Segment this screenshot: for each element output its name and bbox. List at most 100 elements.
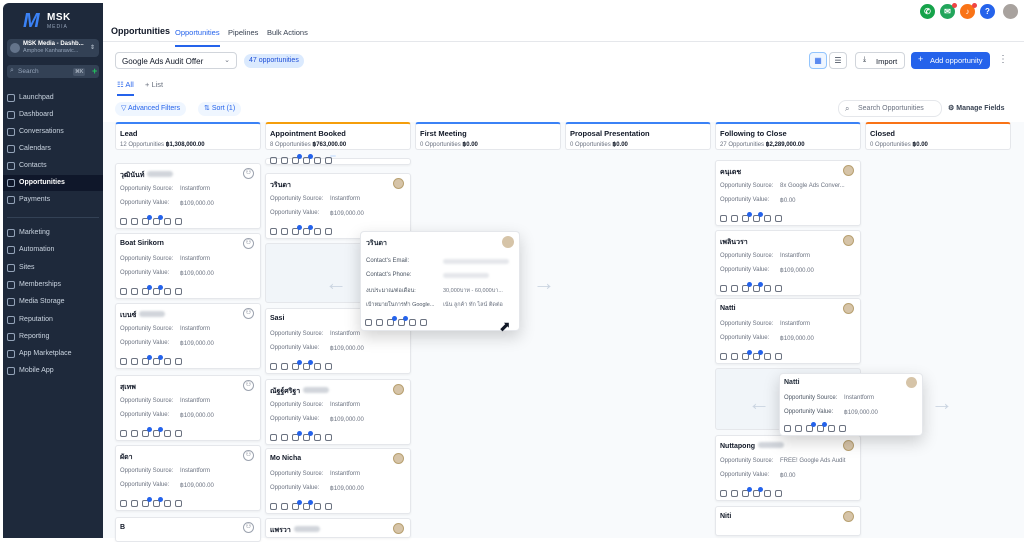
task-icon[interactable] (164, 288, 171, 295)
sidebar-item-media-storage[interactable]: Media Storage (3, 294, 103, 310)
tag-icon[interactable] (806, 422, 816, 432)
task-icon[interactable] (409, 319, 416, 326)
owner-avatar[interactable] (843, 165, 854, 176)
sms-icon[interactable] (281, 503, 288, 510)
opportunity-card[interactable]: ณัฐฐ์ศริฐา Opportunity Source: Instantform… (265, 379, 411, 445)
task-icon[interactable] (764, 490, 771, 497)
help-icon[interactable]: ? (980, 4, 995, 19)
calendar-icon[interactable] (175, 500, 182, 507)
phone-icon[interactable] (784, 425, 791, 432)
tag-icon[interactable] (387, 316, 397, 326)
calendar-icon[interactable] (175, 358, 182, 365)
owner-avatar[interactable] (393, 523, 404, 534)
opportunity-card[interactable]: คนุเดช Opportunity Source: 8x Google Ads C… (715, 160, 861, 226)
note-icon[interactable] (753, 212, 763, 222)
board-view-button[interactable]: ▦ (809, 52, 827, 69)
tag-icon[interactable] (142, 427, 152, 437)
note-icon[interactable] (153, 285, 163, 295)
phone-icon[interactable] (270, 363, 277, 370)
note-icon[interactable] (817, 422, 827, 432)
owner-avatar[interactable] (393, 178, 404, 189)
owner-avatar[interactable] (393, 384, 404, 395)
sidebar-item-marketing[interactable]: Marketing (3, 225, 103, 241)
task-icon[interactable] (314, 363, 321, 370)
calendar-icon[interactable] (175, 430, 182, 437)
task-icon[interactable] (314, 228, 321, 235)
note-icon[interactable] (153, 427, 163, 437)
assign-user-icon[interactable]: ⚇ (243, 380, 254, 391)
calendar-icon[interactable] (775, 215, 782, 222)
account-switcher[interactable]: MSK Media - Dashb... Amphoe Kanharawic..… (7, 39, 99, 57)
sms-icon[interactable] (281, 228, 288, 235)
assign-user-icon[interactable]: ⚇ (243, 168, 254, 179)
sidebar-item-reputation[interactable]: Reputation (3, 312, 103, 328)
task-icon[interactable] (764, 353, 771, 360)
phone-icon[interactable] (120, 288, 127, 295)
assign-user-icon[interactable]: ⚇ (243, 308, 254, 319)
note-icon[interactable] (303, 360, 313, 370)
opportunity-card-partial[interactable] (265, 154, 411, 165)
tab-bulk-actions[interactable]: Bulk Actions (267, 28, 308, 37)
note-icon[interactable] (153, 355, 163, 365)
task-icon[interactable] (314, 503, 321, 510)
note-icon[interactable] (753, 487, 763, 497)
task-icon[interactable] (828, 425, 835, 432)
task-icon[interactable] (164, 358, 171, 365)
sms-icon[interactable] (281, 363, 288, 370)
tag-icon[interactable] (742, 212, 752, 222)
tag-icon[interactable] (142, 497, 152, 507)
calendar-icon[interactable] (420, 319, 427, 326)
calendar-icon[interactable] (175, 288, 182, 295)
note-icon[interactable] (303, 225, 313, 235)
note-icon[interactable] (153, 215, 163, 225)
opportunity-search[interactable]: ⌕ Search Opportunities (838, 100, 942, 117)
sidebar-item-launchpad[interactable]: Launchpad (3, 90, 103, 106)
phone-icon[interactable]: ✆ (920, 4, 935, 19)
manage-fields-button[interactable]: ⚙ Manage Fields (948, 104, 1004, 112)
sidebar-item-opportunities[interactable]: Opportunities (3, 175, 103, 191)
task-icon[interactable] (764, 285, 771, 292)
owner-avatar[interactable] (393, 453, 404, 464)
opportunity-card[interactable]: ผัดา ⚇ Opportunity Source: Instantform Oppor… (115, 445, 261, 511)
phone-icon[interactable] (120, 430, 127, 437)
phone-icon[interactable] (720, 353, 727, 360)
sms-icon[interactable] (731, 285, 738, 292)
sidebar-item-sites[interactable]: Sites (3, 260, 103, 276)
opportunity-card[interactable]: B ⚇ (115, 517, 261, 542)
note-icon[interactable] (398, 316, 408, 326)
owner-avatar[interactable] (843, 235, 854, 246)
task-icon[interactable] (314, 434, 321, 441)
sms-icon[interactable] (281, 434, 288, 441)
advanced-filters-button[interactable]: ▽ Advanced Filters (115, 102, 187, 116)
owner-avatar[interactable] (843, 511, 854, 522)
sms-icon[interactable] (131, 288, 138, 295)
tag-icon[interactable] (292, 431, 302, 441)
tag-icon[interactable] (742, 350, 752, 360)
phone-icon[interactable] (720, 215, 727, 222)
sms-icon[interactable] (281, 157, 288, 164)
sidebar-item-automation[interactable]: Automation (3, 242, 103, 258)
subtab-list[interactable]: + List (145, 80, 163, 89)
phone-icon[interactable] (720, 490, 727, 497)
phone-icon[interactable] (270, 434, 277, 441)
tag-icon[interactable] (292, 154, 302, 164)
phone-icon[interactable] (270, 157, 277, 164)
phone-icon[interactable] (120, 358, 127, 365)
sms-icon[interactable] (731, 353, 738, 360)
phone-icon[interactable] (120, 500, 127, 507)
phone-icon[interactable] (365, 319, 372, 326)
list-view-button[interactable]: ☰ (829, 52, 847, 69)
sidebar-search[interactable]: ⌕ Search ⌘K + (7, 65, 99, 78)
sidebar-item-memberships[interactable]: Memberships (3, 277, 103, 293)
sms-icon[interactable] (731, 490, 738, 497)
assign-user-icon[interactable]: ⚇ (243, 450, 254, 461)
task-icon[interactable] (764, 215, 771, 222)
calendar-icon[interactable] (175, 218, 182, 225)
calendar-icon[interactable] (775, 353, 782, 360)
opportunity-card[interactable]: สุเทพ ⚇ Opportunity Source: Instantform Oppo… (115, 375, 261, 441)
opportunity-card[interactable]: Natti Opportunity Source: Instantform Oppor… (715, 298, 861, 364)
opportunity-card[interactable]: Niti (715, 506, 861, 536)
tag-icon[interactable] (142, 355, 152, 365)
quick-add-icon[interactable]: + (92, 66, 97, 76)
sms-icon[interactable] (131, 500, 138, 507)
